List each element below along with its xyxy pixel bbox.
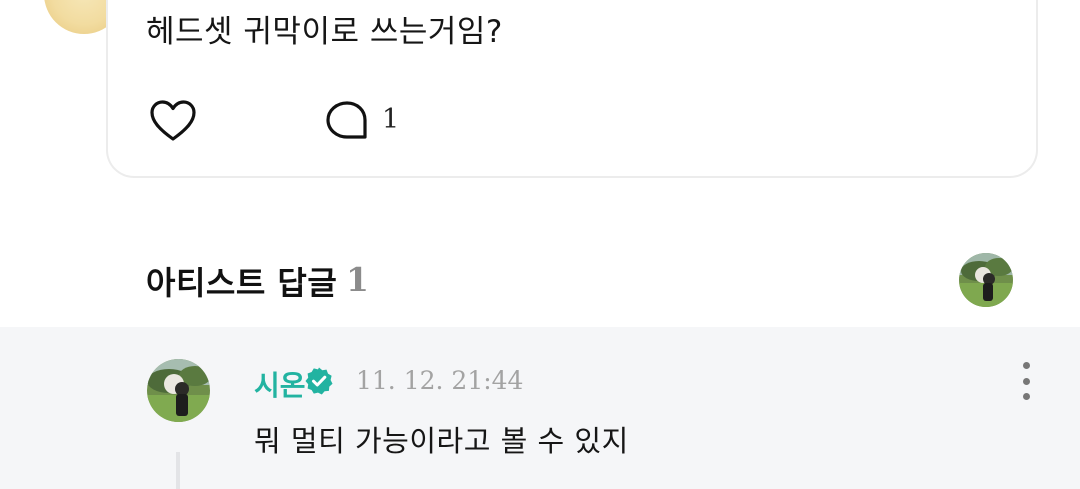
artist-photo: [147, 359, 210, 422]
verified-badge-icon: [305, 367, 333, 395]
reply-author-name[interactable]: 시온: [254, 364, 306, 404]
post-detail-screen: 헤드셋 귀막이로 쓰는거임? 1 아티스트 답글 1 시온 11. 12. 21…: [0, 0, 1080, 489]
reply-text: 뭐 멀티 가능이라고 볼 수 있지: [254, 424, 629, 458]
more-vertical-icon-dot: [1022, 377, 1030, 385]
post-text: 헤드셋 귀막이로 쓰는거임?: [146, 14, 503, 50]
thread-line: [176, 452, 180, 489]
reply-timestamp: 11. 12. 21:44: [356, 366, 524, 395]
more-vertical-icon-dot: [1022, 393, 1030, 400]
like-button[interactable]: [148, 98, 198, 144]
comment-button[interactable]: [322, 98, 372, 144]
comment-count: 1: [382, 104, 400, 135]
speech-bubble-icon: [326, 101, 367, 139]
more-options-button[interactable]: [1012, 362, 1040, 400]
artist-replies-title: 아티스트 답글: [146, 264, 338, 302]
more-vertical-icon: [1022, 362, 1030, 369]
artist-avatar-small[interactable]: [959, 253, 1013, 307]
artist-replies-count: 1: [346, 260, 369, 299]
artist-photo: [959, 253, 1013, 307]
heart-outline-icon: [150, 100, 196, 141]
artist-avatar[interactable]: [147, 359, 210, 422]
